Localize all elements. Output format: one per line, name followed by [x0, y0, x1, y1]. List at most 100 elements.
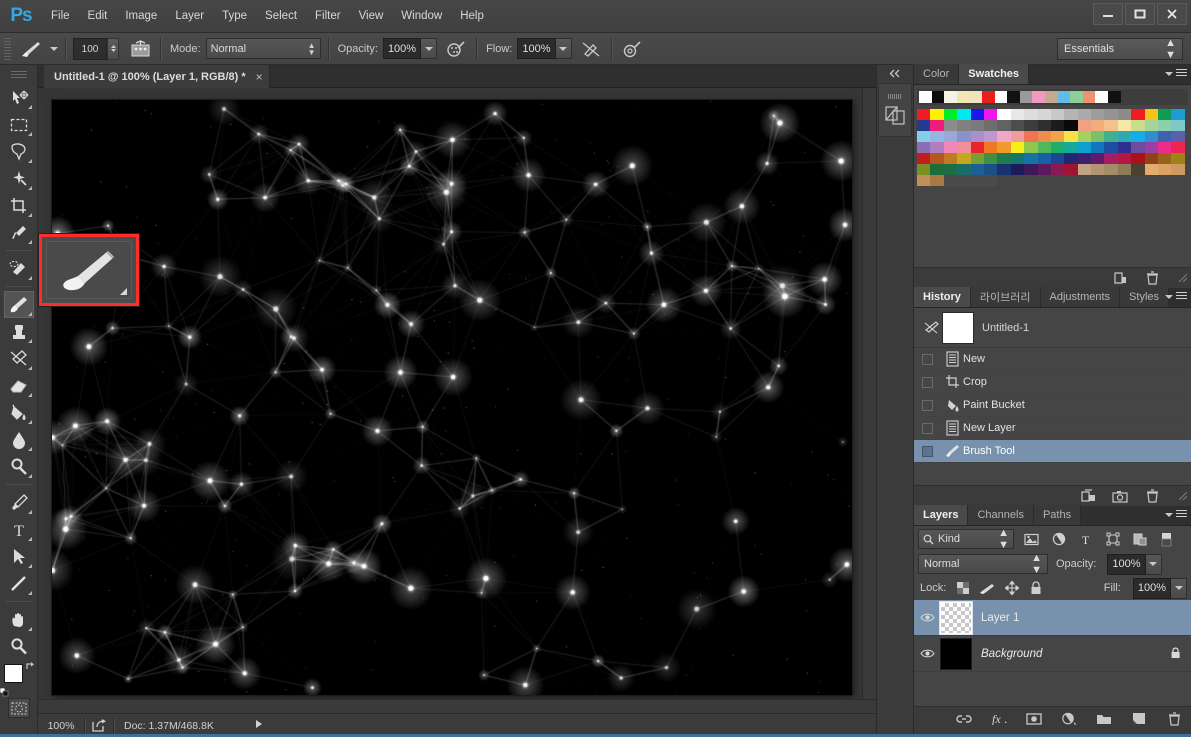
recent-swatch[interactable] [919, 91, 932, 103]
color-swatch[interactable] [1024, 131, 1038, 142]
color-swatch[interactable] [1037, 153, 1051, 164]
color-swatch[interactable] [917, 109, 931, 120]
new-layer-button[interactable] [1130, 711, 1148, 727]
color-swatch[interactable] [1091, 109, 1105, 120]
path-selection-tool[interactable] [4, 543, 34, 570]
new-group-button[interactable] [1095, 711, 1113, 727]
color-swatch[interactable] [970, 153, 984, 164]
swap-colors-icon[interactable] [25, 662, 35, 671]
zoom-tool[interactable] [4, 633, 34, 660]
zoom-level-field[interactable]: 100% [38, 720, 84, 732]
color-swatch[interactable] [983, 164, 998, 175]
canvas[interactable] [52, 100, 852, 695]
color-swatch[interactable] [1077, 142, 1092, 153]
layer-row[interactable]: Layer 1 [914, 600, 1191, 636]
color-swatch[interactable] [1010, 131, 1025, 142]
color-swatch[interactable] [917, 153, 931, 164]
layer-visibility-toggle[interactable] [914, 612, 940, 623]
new-snapshot-button[interactable] [1111, 488, 1129, 504]
color-swatch[interactable] [1077, 131, 1092, 142]
opacity-field[interactable]: 100% [382, 38, 422, 59]
minimize-button[interactable] [1093, 3, 1123, 25]
mini-bridge-panel-button[interactable] [878, 83, 912, 137]
options-bar-grip[interactable] [4, 37, 11, 60]
menu-item-window[interactable]: Window [392, 6, 451, 26]
swatches-panel-menu-button[interactable] [1161, 69, 1187, 78]
color-swatch[interactable] [1171, 120, 1185, 131]
menu-item-file[interactable]: File [42, 6, 79, 26]
color-swatch[interactable] [1064, 131, 1078, 142]
lasso-tool[interactable] [4, 138, 34, 165]
color-swatch[interactable] [1064, 164, 1078, 175]
lock-transparent-pixels-button[interactable] [955, 580, 972, 597]
color-swatch[interactable] [1144, 153, 1159, 164]
color-swatch[interactable] [943, 175, 958, 186]
menu-item-filter[interactable]: Filter [306, 6, 350, 26]
color-swatch[interactable] [1077, 120, 1092, 131]
color-swatch[interactable] [1131, 142, 1145, 153]
layers-panel-menu-button[interactable] [1161, 510, 1187, 519]
pixel-layer-filter-button[interactable] [1022, 530, 1041, 549]
color-swatch[interactable] [1104, 109, 1118, 120]
color-swatch[interactable] [1037, 131, 1051, 142]
color-swatch[interactable] [997, 109, 1011, 120]
color-swatch[interactable] [1131, 120, 1145, 131]
brush-size-stepper[interactable] [107, 37, 119, 60]
history-state-checkbox[interactable] [922, 353, 933, 365]
panel-resize-grip[interactable] [1179, 274, 1187, 282]
recent-swatch[interactable] [1032, 91, 1045, 103]
color-swatch[interactable] [1064, 142, 1078, 153]
link-layers-button[interactable] [955, 711, 973, 727]
gradient-tool[interactable] [4, 399, 34, 426]
color-swatch[interactable] [997, 164, 1011, 175]
color-swatch[interactable] [1024, 153, 1038, 164]
color-swatch[interactable] [1064, 109, 1078, 120]
share-button[interactable] [85, 719, 113, 732]
color-swatch[interactable] [1050, 131, 1065, 142]
color-swatch[interactable] [983, 131, 998, 142]
color-swatch[interactable] [1158, 153, 1172, 164]
type-tool[interactable]: T [4, 516, 34, 543]
adjustment-layer-filter-button[interactable] [1049, 530, 1068, 549]
delete-state-button[interactable] [1143, 488, 1161, 504]
color-swatch[interactable] [970, 175, 984, 186]
foreground-color-swatch[interactable] [3, 664, 23, 683]
color-swatch[interactable] [997, 131, 1011, 142]
color-swatch[interactable] [1144, 120, 1159, 131]
color-swatch[interactable] [1037, 109, 1051, 120]
color-swatch[interactable] [917, 142, 931, 153]
color-swatch[interactable] [1104, 131, 1118, 142]
color-swatch[interactable] [917, 175, 931, 186]
color-swatch[interactable] [1037, 120, 1051, 131]
menu-item-type[interactable]: Type [213, 6, 256, 26]
color-swatch[interactable] [1131, 164, 1145, 175]
color-swatch[interactable] [957, 120, 971, 131]
magic-wand-tool[interactable] [4, 165, 34, 192]
color-swatch[interactable] [1104, 142, 1118, 153]
color-swatch[interactable] [1104, 153, 1118, 164]
close-icon[interactable]: × [256, 70, 263, 84]
color-swatch[interactable] [997, 142, 1011, 153]
recent-swatch[interactable] [931, 91, 945, 103]
recent-swatch[interactable] [969, 91, 982, 103]
color-swatch[interactable] [1158, 142, 1172, 153]
document-tab[interactable]: Untitled-1 @ 100% (Layer 1, RGB/8) * × [44, 65, 270, 88]
history-state-row[interactable]: Crop [914, 371, 1191, 394]
recent-swatch[interactable] [981, 91, 995, 103]
history-state-checkbox[interactable] [922, 422, 933, 434]
color-swatch[interactable] [1024, 164, 1038, 175]
tab-color[interactable]: Color [914, 64, 960, 84]
color-swatch[interactable] [1131, 109, 1145, 120]
recent-swatch[interactable] [1007, 91, 1020, 103]
tab-history[interactable]: History [914, 287, 971, 307]
menu-item-layer[interactable]: Layer [166, 6, 213, 26]
layer-fill-field[interactable]: 100% [1132, 577, 1171, 599]
tab-paths[interactable]: Paths [1033, 505, 1082, 525]
color-swatch[interactable] [1064, 153, 1078, 164]
blur-tool[interactable] [4, 426, 34, 453]
color-swatch[interactable] [1117, 120, 1132, 131]
tab-channels[interactable]: Channels [968, 505, 1034, 525]
close-button[interactable] [1157, 3, 1187, 25]
default-colors-icon[interactable] [0, 688, 9, 697]
color-swatch[interactable] [1117, 131, 1132, 142]
